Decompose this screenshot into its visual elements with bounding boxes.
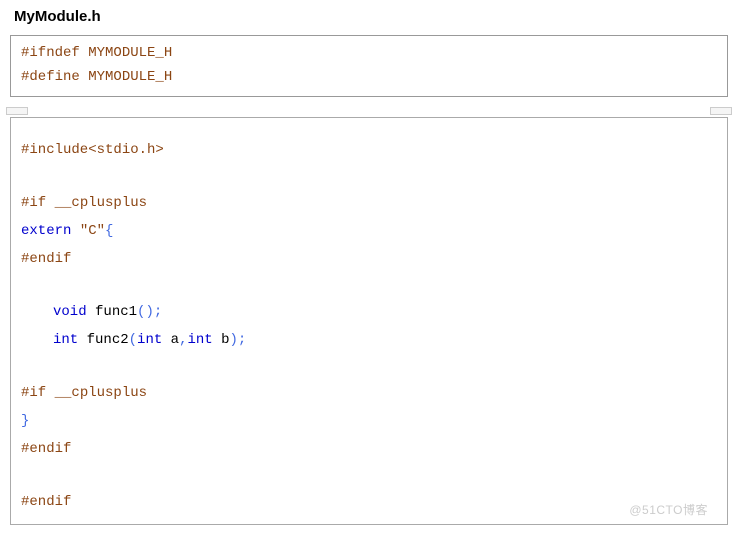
code-line: #if __cplusplus — [21, 189, 717, 217]
code-line: int func2(int a,int b); — [21, 326, 717, 354]
code-line: #endif — [21, 245, 717, 273]
preproc-directive: #if — [21, 195, 46, 211]
space — [162, 332, 170, 348]
blank-line — [21, 354, 717, 379]
macro-name: MYMODULE_H — [88, 45, 172, 61]
open-paren: ( — [129, 332, 137, 348]
include-header: <stdio.h> — [88, 142, 164, 158]
func-name: func2 — [87, 332, 129, 348]
blank-line — [21, 164, 717, 189]
close-paren: ) — [145, 304, 153, 320]
preproc-directive: #ifndef — [21, 45, 80, 61]
preproc-endif: #endif — [21, 494, 71, 510]
extern-keyword: extern — [21, 223, 71, 239]
preproc-cond: __cplusplus — [55, 385, 147, 401]
code-line: #endif — [21, 488, 717, 516]
return-type: int — [53, 332, 78, 348]
semicolon: ; — [154, 304, 162, 320]
preproc-endif: #endif — [21, 251, 71, 267]
code-line: #include<stdio.h> — [21, 136, 717, 164]
param-type: int — [187, 332, 212, 348]
file-title: MyModule.h — [10, 8, 728, 25]
close-paren: ) — [230, 332, 238, 348]
blank-line — [21, 463, 717, 488]
code-line: #ifndef MYMODULE_H — [21, 42, 717, 66]
divider-handle-right — [710, 107, 732, 115]
param-type: int — [137, 332, 162, 348]
return-type: void — [53, 304, 87, 320]
code-line: #define MYMODULE_H — [21, 66, 717, 90]
watermark: @51CTO博客 — [629, 501, 708, 518]
param-name: b — [221, 332, 229, 348]
preproc-cond: __cplusplus — [55, 195, 147, 211]
code-line: #if __cplusplus — [21, 379, 717, 407]
code-line: #endif — [21, 435, 717, 463]
divider-handle-left — [6, 107, 28, 115]
space — [213, 332, 221, 348]
code-line: } — [21, 407, 717, 435]
code-block-body: #include<stdio.h> #if __cplusplus extern… — [10, 117, 728, 526]
preproc-directive: #if — [21, 385, 46, 401]
extern-lang: "C" — [80, 223, 105, 239]
semicolon: ; — [238, 332, 246, 348]
close-brace: } — [21, 413, 29, 429]
func-name: func1 — [95, 304, 137, 320]
blank-line — [21, 273, 717, 298]
divider-row — [6, 107, 732, 115]
code-block-guard: #ifndef MYMODULE_H #define MYMODULE_H — [10, 35, 728, 97]
preproc-endif: #endif — [21, 441, 71, 457]
open-brace: { — [105, 223, 113, 239]
param-name: a — [171, 332, 179, 348]
preproc-directive: #define — [21, 69, 80, 85]
preproc-directive: #include — [21, 142, 88, 158]
code-line: extern "C"{ — [21, 217, 717, 245]
code-line: void func1(); — [21, 298, 717, 326]
macro-name: MYMODULE_H — [88, 69, 172, 85]
